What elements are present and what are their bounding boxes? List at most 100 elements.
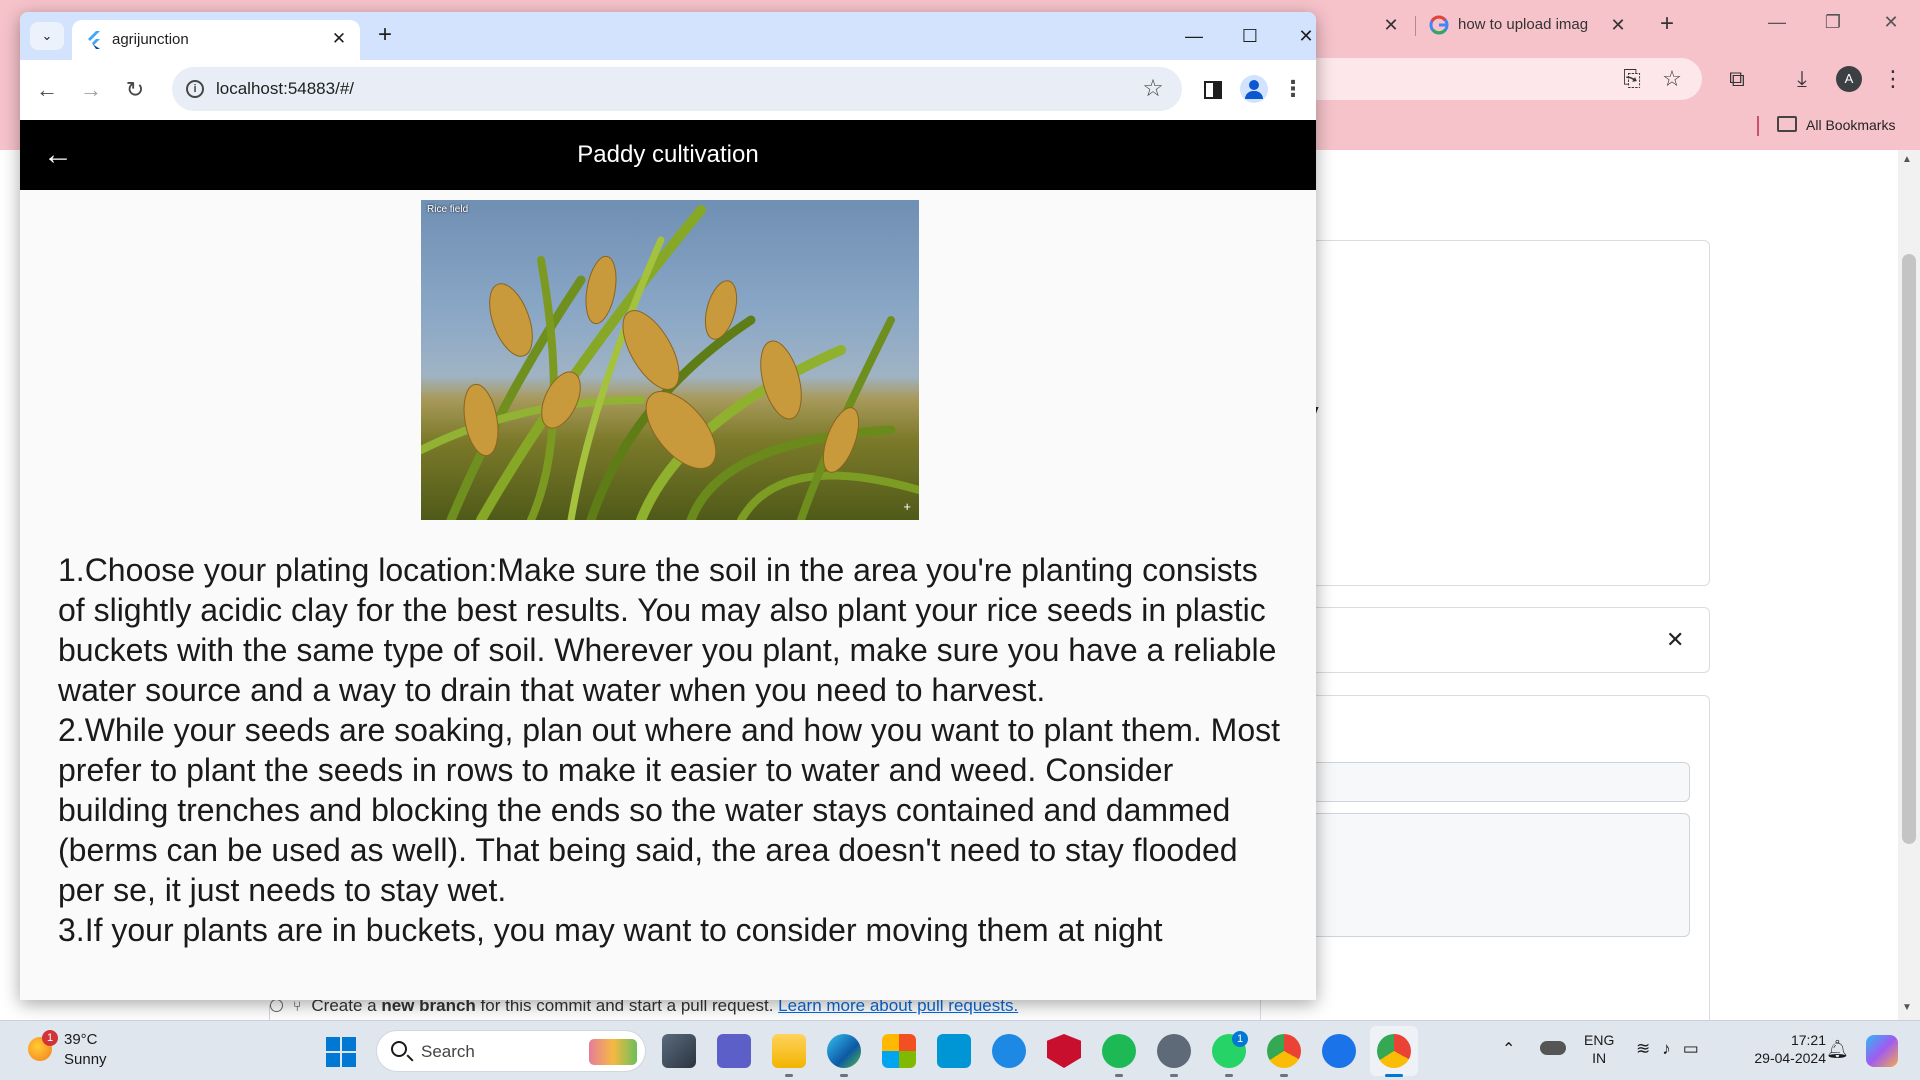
search-icon — [391, 1041, 407, 1057]
settings-indicator — [1170, 1074, 1178, 1077]
extensions-icon[interactable]: ⧉ — [1722, 64, 1752, 94]
folder-icon — [1777, 116, 1797, 132]
tab-title: agrijunction — [112, 31, 189, 48]
site-info-icon[interactable]: i — [186, 80, 204, 98]
chrome-active-icon[interactable] — [1377, 1034, 1411, 1068]
mcafee-icon[interactable] — [1047, 1034, 1081, 1068]
background-textarea[interactable] — [1290, 813, 1690, 937]
clock-time: 17:21 — [1790, 1032, 1826, 1048]
foreground-browser-window: ⌄ agrijunction ✕ + — ☐ ✕ ← → ↻ i localho… — [20, 12, 1316, 1000]
onedrive-icon[interactable] — [1540, 1041, 1566, 1055]
battery-icon[interactable]: ▭ — [1683, 1039, 1711, 1058]
new-tab-button[interactable]: + — [370, 20, 400, 50]
teams-icon[interactable] — [717, 1034, 751, 1068]
scroll-down-icon[interactable]: ▼ — [1902, 1002, 1912, 1013]
background-notice-card — [1260, 607, 1710, 673]
radio-button[interactable] — [270, 999, 283, 1012]
notification-bell-icon[interactable]: 🔔︎ — [1826, 1039, 1849, 1060]
language-indicator[interactable]: ENG IN — [1584, 1031, 1614, 1067]
help-icon[interactable] — [992, 1034, 1026, 1068]
instruction-step-3: 3.If your plants are in buckets, you may… — [58, 912, 1163, 948]
more-menu-icon[interactable]: ⋮ — [1878, 64, 1908, 94]
clock[interactable]: 17:21 29-04-2024 — [1736, 1031, 1826, 1067]
tab-search-button[interactable]: ⌄ — [30, 22, 64, 50]
image-caption: Rice field — [427, 204, 469, 215]
profile-icon[interactable] — [1240, 75, 1268, 103]
google-icon — [1429, 15, 1449, 35]
chrome-indicator — [1280, 1074, 1288, 1077]
spotify-indicator — [1115, 1074, 1123, 1077]
clock-date: 29-04-2024 — [1754, 1050, 1826, 1066]
bookmark-star-icon[interactable]: ☆ — [1138, 74, 1168, 103]
rice-plants-illustration — [421, 205, 919, 520]
wifi-icon[interactable]: ≋ — [1636, 1039, 1662, 1058]
background-text-input[interactable] — [1290, 762, 1690, 802]
chevron-up-icon[interactable]: ⌃ — [1502, 1039, 1515, 1059]
weather-temperature[interactable]: 39°C — [64, 1031, 98, 1048]
background-new-tab-button[interactable]: + — [1652, 10, 1682, 38]
instruction-step-1: 1.Choose your plating location:Make sure… — [58, 552, 1277, 708]
address-bar[interactable]: i localhost:54883/#/ ☆ — [172, 67, 1182, 111]
volume-icon[interactable]: ♪ — [1662, 1039, 1683, 1058]
bookmarks-divider — [1757, 116, 1759, 136]
spotify-icon[interactable] — [1102, 1034, 1136, 1068]
scroll-up-icon[interactable]: ▲ — [1902, 154, 1912, 165]
all-bookmarks-button[interactable]: All Bookmarks — [1806, 117, 1895, 133]
tab-agrijunction[interactable]: agrijunction ✕ — [72, 20, 360, 60]
restore-icon[interactable]: ❐ — [1818, 12, 1848, 33]
close-window-icon[interactable]: ✕ — [1286, 22, 1316, 50]
language-code: ENG — [1584, 1032, 1615, 1048]
tab-separator — [1415, 16, 1416, 36]
app-store-icon[interactable] — [1322, 1034, 1356, 1068]
tab-close-button[interactable]: ✕ — [328, 28, 350, 50]
plus-icon: + — [903, 499, 911, 514]
install-app-icon[interactable]: ⎘ — [1617, 64, 1647, 94]
file-explorer-indicator — [785, 1074, 793, 1077]
start-button[interactable] — [326, 1037, 356, 1067]
page-content: Rice field + 1.Choose your plating locat… — [20, 190, 1316, 1000]
chrome-icon[interactable] — [1267, 1034, 1301, 1068]
edge-icon[interactable] — [827, 1034, 861, 1068]
minimize-icon[interactable]: — — [1174, 22, 1214, 50]
file-explorer-icon[interactable] — [772, 1034, 806, 1068]
edge-indicator — [840, 1074, 848, 1077]
background-tab-close-button[interactable]: ✕ — [1379, 13, 1403, 37]
minimize-icon[interactable]: — — [1762, 12, 1792, 33]
scrollbar-thumb[interactable] — [1902, 254, 1916, 844]
settings-icon[interactable] — [1157, 1034, 1191, 1068]
language-region: IN — [1592, 1050, 1607, 1066]
pull-request-icon: ⑂ — [293, 998, 302, 1014]
more-menu-icon[interactable]: ⋮ — [1282, 74, 1304, 104]
forward-icon[interactable]: → — [76, 75, 106, 105]
reload-icon[interactable]: ↻ — [120, 75, 150, 105]
maximize-icon[interactable]: ☐ — [1230, 22, 1270, 50]
taskbar: 1 39°C Sunny Search 1 ⌃ ENG IN ≋♪▭ 17:21 2… — [0, 1020, 1920, 1080]
back-arrow-icon[interactable]: ← — [40, 137, 76, 173]
flutter-icon — [88, 31, 100, 49]
system-tray-icons[interactable]: ≋♪▭ — [1636, 1039, 1711, 1059]
chrome-active-indicator — [1385, 1074, 1403, 1077]
task-view-icon[interactable] — [662, 1034, 696, 1068]
weather-condition[interactable]: Sunny — [64, 1051, 107, 1068]
microsoft-store-icon[interactable] — [882, 1034, 916, 1068]
browser-toolbar: ← → ↻ i localhost:54883/#/ ☆ ⋮ — [20, 60, 1316, 120]
whatsapp-badge: 1 — [1232, 1031, 1248, 1047]
background-tab-google-close-button[interactable]: ✕ — [1606, 13, 1630, 37]
side-panel-button[interactable] — [1198, 74, 1228, 104]
close-icon[interactable]: ✕ — [1666, 627, 1684, 653]
myhp-icon[interactable] — [937, 1034, 971, 1068]
page-title: Paddy cultivation — [577, 141, 759, 168]
copilot-icon[interactable] — [1866, 1035, 1898, 1067]
url-text[interactable]: localhost:54883/#/ — [216, 79, 354, 99]
bookmark-star-icon[interactable]: ☆ — [1657, 64, 1687, 94]
close-window-icon[interactable]: ✕ — [1876, 12, 1906, 33]
taskbar-search-box[interactable]: Search — [376, 1030, 646, 1072]
weather-badge: 1 — [42, 1030, 58, 1046]
background-card — [1260, 240, 1710, 586]
profile-avatar[interactable]: A — [1836, 66, 1862, 92]
search-label: Search — [421, 1042, 475, 1061]
background-tab-title: how to upload imag — [1458, 16, 1589, 33]
search-highlight-icon — [589, 1039, 637, 1065]
back-icon[interactable]: ← — [32, 75, 62, 105]
download-icon[interactable]: ⤓ — [1787, 64, 1817, 94]
